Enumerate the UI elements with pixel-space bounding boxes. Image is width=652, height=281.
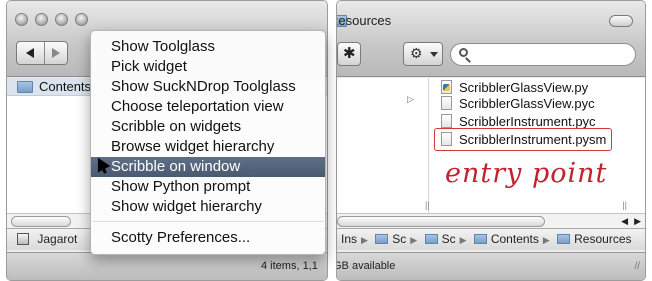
search-icon (459, 48, 468, 57)
action-button[interactable]: ✱ (337, 42, 361, 66)
search-icon-handle (465, 57, 471, 63)
menu-item-show-toolglass[interactable]: Show Toolglass (91, 37, 325, 57)
list-item[interactable]: ScribblerGlassView.pyc (441, 94, 595, 114)
breadcrumb-separator-icon: ▶ (361, 235, 368, 245)
breadcrumb-item[interactable]: Sc (424, 229, 456, 250)
sidebar-item-label: Contents (39, 79, 92, 94)
scroll-right-icon[interactable]: ▶ (634, 214, 641, 228)
drive-icon (17, 233, 29, 245)
toolbar-toggle-button[interactable] (609, 15, 633, 27)
menu-item-scribble-on-widgets[interactable]: Scribble on widgets (91, 117, 325, 137)
breadcrumb-item[interactable]: Contents (473, 229, 539, 250)
breadcrumb-separator-icon: ▶ (459, 235, 467, 245)
gear-icon: ⚙ (410, 45, 423, 61)
menu-item-scribble-on-window[interactable]: Scribble on window (91, 157, 325, 177)
python-file-icon (441, 80, 452, 94)
pathbar-item[interactable]: Jagarot (37, 232, 77, 246)
breadcrumb: Ins ▶ Sc ▶ Sc ▶ Contents ▶ Resources (337, 228, 645, 250)
menu-item-show-widget-hierarchy[interactable]: Show widget hierarchy (91, 197, 325, 217)
asterisk-icon: ✱ (343, 45, 356, 62)
right-horizontal-scrollbar[interactable]: ◀ ▶ (337, 213, 645, 228)
column-resize-icon[interactable]: || (425, 200, 430, 210)
minimize-icon[interactable] (35, 13, 48, 26)
window-title: Resources (337, 13, 392, 28)
right-statusbar: GB available // (337, 252, 645, 280)
chevron-down-icon (430, 52, 438, 57)
window-icon (75, 13, 88, 26)
back-forward-buttons[interactable] (16, 41, 68, 65)
right-scroll-knob[interactable] (337, 216, 545, 227)
status-text: 4 items, 1,1 (261, 260, 318, 272)
column-resize-icon[interactable]: || (622, 200, 627, 210)
breadcrumb-separator-icon: ▶ (410, 235, 418, 245)
button-divider (44, 42, 45, 64)
status-text: GB available (336, 260, 396, 272)
right-content: ▷ ScribblerGlassView.py ScribblerGlassVi… (337, 78, 645, 228)
zoom-icon[interactable] (55, 13, 68, 26)
annotation-box (434, 128, 612, 151)
breadcrumb-item[interactable]: Resources (557, 229, 632, 250)
gear-menu-button[interactable]: ⚙ (403, 42, 443, 66)
right-finder-window: Resources ✱ ⚙ ▷ ScribblerGlassView.py Sc… (336, 0, 646, 281)
file-icon (441, 96, 452, 110)
menu-item-pick-widget[interactable]: Pick widget (91, 57, 325, 77)
breadcrumb-item[interactable]: Ins (341, 229, 357, 250)
menu-item-show-python-prompt[interactable]: Show Python prompt (91, 177, 325, 197)
column-divider (428, 78, 429, 213)
menu-separator (92, 221, 324, 222)
forward-icon[interactable] (52, 48, 60, 58)
annotation-text: entry point (445, 158, 608, 189)
menu-item-scotty-preferences[interactable]: Scotty Preferences... (91, 228, 325, 248)
menu-item-choose-teleportation-view[interactable]: Choose teleportation view (91, 97, 325, 117)
search-input[interactable] (450, 43, 636, 66)
left-scroll-knob[interactable] (11, 216, 71, 227)
breadcrumb-item[interactable]: Sc (375, 229, 406, 250)
breadcrumb-separator-icon: ▶ (542, 235, 550, 245)
close-icon[interactable] (15, 13, 28, 26)
menu-item-browse-widget-hierarchy[interactable]: Browse widget hierarchy (91, 137, 325, 157)
scroll-left-icon[interactable]: ◀ (621, 214, 628, 228)
right-titlebar: Resources ✱ ⚙ (337, 1, 645, 77)
left-statusbar: 4 items, 1,1 (7, 252, 327, 280)
context-menu: Show Toolglass Pick widget Show SuckNDro… (90, 30, 326, 255)
resize-grip-icon[interactable]: // (634, 253, 640, 280)
file-icon (441, 114, 452, 128)
disclosure-arrow-icon: ▷ (407, 94, 414, 104)
menu-item-show-suckndrop-toolglass[interactable]: Show SuckNDrop Toolglass (91, 77, 325, 97)
folder-icon (17, 81, 33, 93)
back-icon[interactable] (26, 48, 34, 58)
